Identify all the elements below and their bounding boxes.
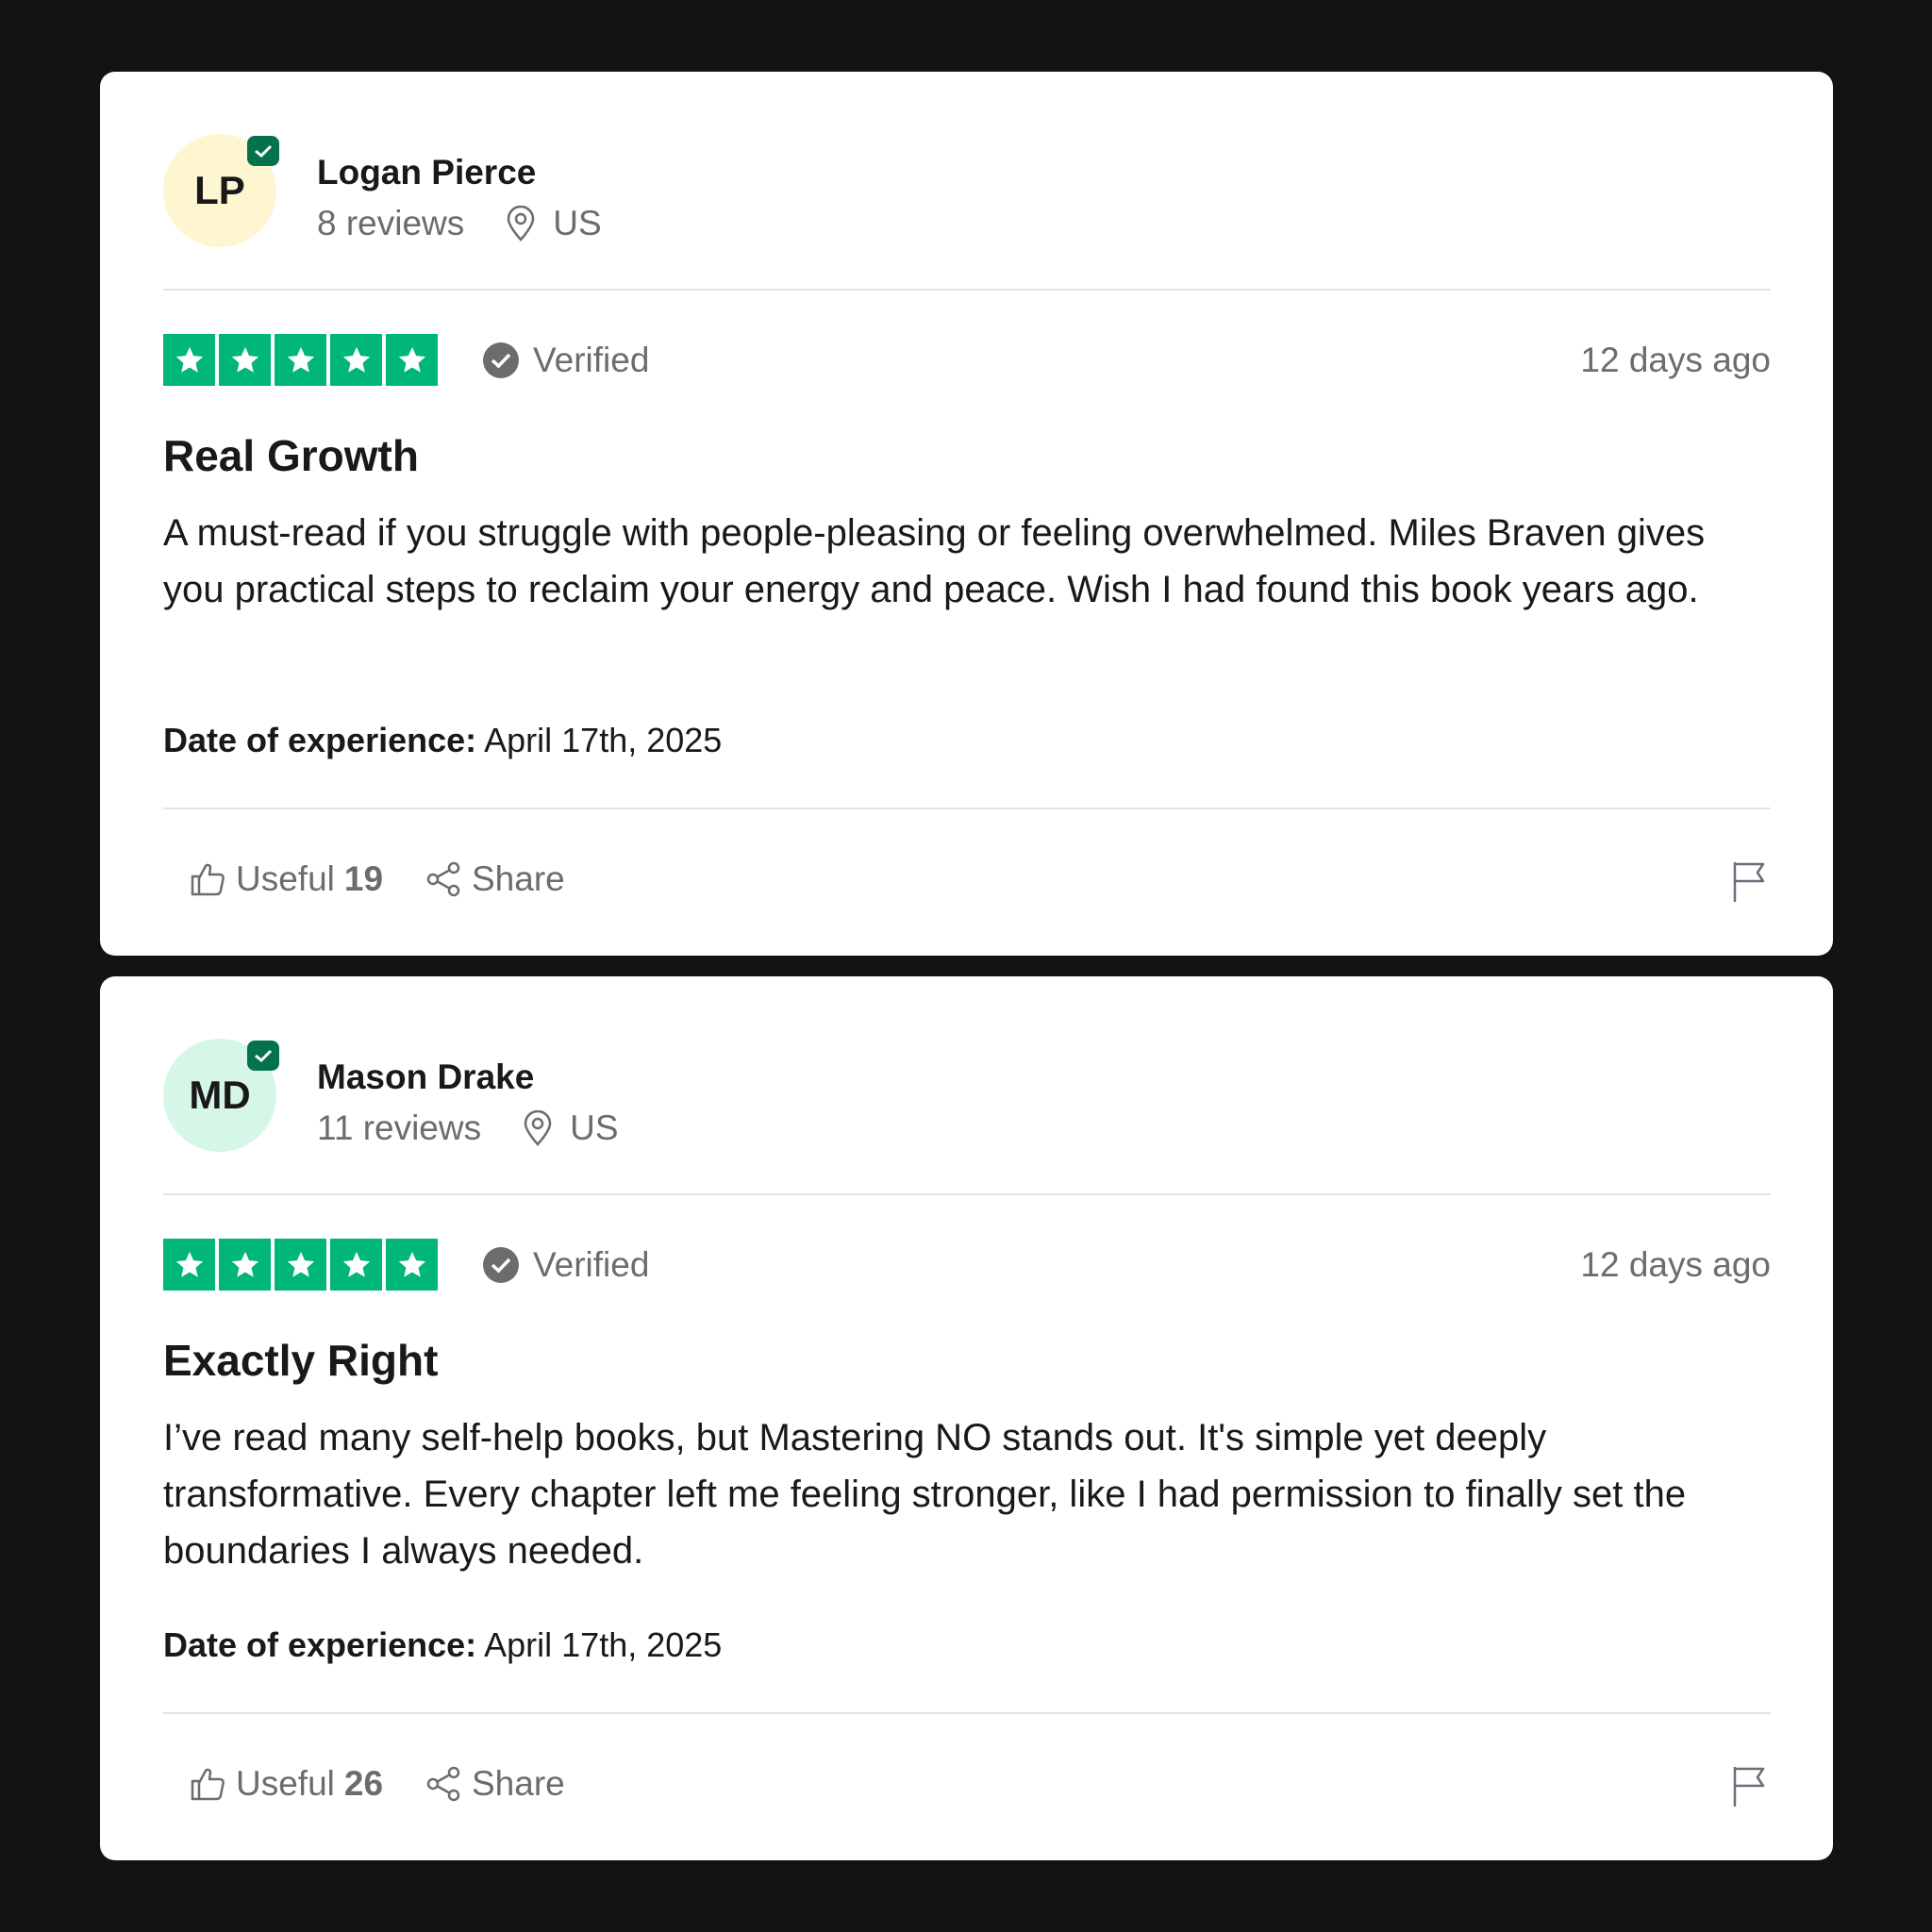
verified-label[interactable]: Verified	[482, 334, 649, 386]
verified-check-icon	[483, 1246, 519, 1283]
verified-reviewer-badge-icon	[247, 1041, 279, 1071]
reviewer-name[interactable]: Mason Drake	[317, 1058, 534, 1097]
review-body: I’ve read many self-help books, but Mast…	[163, 1417, 1687, 1572]
reviewer-name[interactable]: Logan Pierce	[317, 153, 536, 192]
star-rating	[163, 1239, 438, 1291]
report-flag-button[interactable]	[1729, 1763, 1771, 1808]
review-card: LP Logan Pierce 8 reviews US Verified 12…	[100, 72, 1833, 956]
avatar[interactable]: LP	[163, 134, 279, 247]
share-label: Share	[472, 859, 565, 898]
share-icon	[426, 1766, 460, 1802]
avatar-initials: LP	[194, 168, 245, 212]
experience-label: Date of experience:	[163, 721, 477, 759]
verified-label[interactable]: Verified	[482, 1239, 649, 1291]
experience-label: Date of experience:	[163, 1625, 477, 1664]
useful-button[interactable]: Useful 19	[189, 851, 383, 908]
verified-text: Verified	[533, 1244, 650, 1284]
star-icon	[275, 1239, 326, 1291]
useful-label: Useful	[236, 1764, 335, 1803]
review-actions: Useful 26 Share	[181, 1756, 1771, 1812]
review-count: 11 reviews	[317, 1108, 482, 1147]
experience-date: April 17th, 2025	[484, 1625, 723, 1664]
rating-row: Verified 12 days ago	[163, 334, 1771, 386]
thumbs-up-icon	[191, 1768, 225, 1801]
date-of-experience: Date of experience: April 17th, 2025	[163, 1625, 722, 1665]
useful-count: 26	[343, 1764, 384, 1803]
review-time: 12 days ago	[1580, 340, 1771, 379]
location-label: US	[570, 1108, 619, 1147]
star-icon	[163, 1239, 215, 1291]
review-title[interactable]: Real Growth	[163, 430, 419, 481]
verified-text: Verified	[533, 340, 650, 379]
reviewer-meta: 11 reviews US	[317, 1108, 619, 1148]
reviewer-header: MD Mason Drake 11 reviews US	[163, 1039, 1771, 1152]
experience-date: April 17th, 2025	[484, 721, 723, 759]
review-body: A must-read if you struggle with people-…	[163, 512, 1706, 610]
reviewer-header: LP Logan Pierce 8 reviews US	[163, 134, 1771, 247]
review-card: MD Mason Drake 11 reviews US Verified 12…	[100, 976, 1833, 1860]
divider	[163, 1193, 1771, 1195]
share-icon	[426, 861, 460, 897]
flag-icon	[1733, 862, 1765, 902]
verified-reviewer-badge-icon	[247, 136, 279, 166]
divider	[163, 289, 1771, 291]
useful-label: Useful	[236, 859, 335, 898]
avatar[interactable]: MD	[163, 1039, 279, 1152]
divider	[163, 1712, 1771, 1714]
star-icon	[386, 1239, 438, 1291]
star-icon	[275, 334, 326, 386]
rating-row: Verified 12 days ago	[163, 1239, 1771, 1291]
reviewer-meta: 8 reviews US	[317, 204, 602, 243]
useful-button[interactable]: Useful 26	[189, 1756, 383, 1812]
thumbs-up-icon	[191, 863, 225, 896]
location-pin-icon	[524, 1110, 552, 1146]
share-button[interactable]: Share	[425, 851, 565, 908]
star-icon	[330, 334, 382, 386]
reviewer-location: US	[523, 1108, 619, 1148]
flag-icon	[1733, 1767, 1765, 1807]
date-of-experience: Date of experience: April 17th, 2025	[163, 721, 722, 760]
useful-count: 19	[343, 859, 384, 898]
reviewer-location: US	[506, 204, 602, 243]
star-icon	[163, 334, 215, 386]
review-count: 8 reviews	[317, 204, 465, 242]
star-icon	[330, 1239, 382, 1291]
star-rating	[163, 334, 438, 386]
review-title[interactable]: Exactly Right	[163, 1335, 438, 1386]
star-icon	[219, 334, 271, 386]
report-flag-button[interactable]	[1729, 858, 1771, 904]
divider	[163, 808, 1771, 809]
review-actions: Useful 19 Share	[181, 851, 1771, 908]
star-icon	[219, 1239, 271, 1291]
share-label: Share	[472, 1764, 565, 1803]
review-time: 12 days ago	[1580, 1244, 1771, 1284]
location-pin-icon	[508, 206, 535, 242]
verified-check-icon	[483, 341, 519, 378]
share-button[interactable]: Share	[425, 1756, 565, 1812]
location-label: US	[553, 204, 602, 242]
avatar-initials: MD	[189, 1073, 251, 1117]
star-icon	[386, 334, 438, 386]
